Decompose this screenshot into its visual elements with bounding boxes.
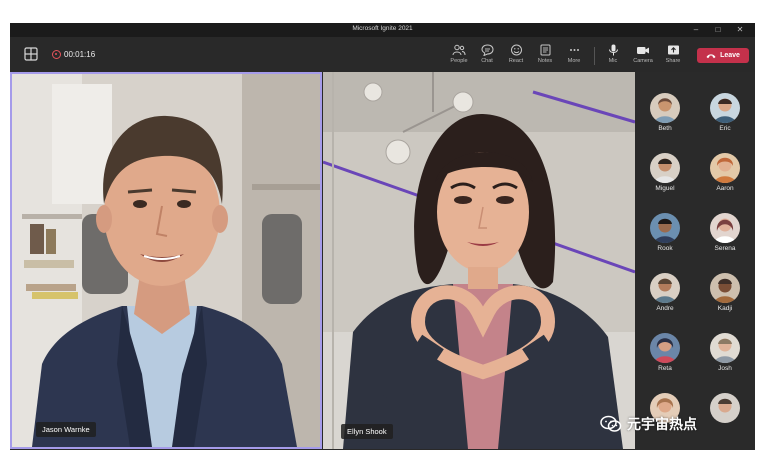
mic-button[interactable]: Mic	[598, 44, 628, 64]
avatar	[710, 273, 740, 303]
share-button[interactable]: Share	[658, 44, 688, 64]
participant-reta[interactable]: Reta	[640, 333, 690, 372]
avatar	[710, 153, 740, 183]
leave-button[interactable]: Leave	[697, 48, 749, 63]
react-button[interactable]: React	[501, 44, 531, 64]
recording-icon	[52, 50, 61, 59]
participant-josh[interactable]: Josh	[700, 333, 750, 372]
participant-video	[12, 74, 320, 447]
grid-icon	[24, 47, 38, 61]
participant-andre[interactable]: Andre	[640, 273, 690, 312]
participant-name-tag: Ellyn Shook	[341, 424, 393, 439]
minimize-button[interactable]: –	[685, 24, 707, 36]
participant-rook[interactable]: Rook	[640, 213, 690, 252]
video-tile-ellyn-shook[interactable]: Ellyn Shook	[323, 72, 635, 449]
participant-beth[interactable]: Beth	[640, 93, 690, 132]
gallery-view-button[interactable]	[24, 47, 38, 61]
phone-hangup-icon	[706, 53, 716, 58]
more-button[interactable]: More	[559, 44, 589, 64]
avatar	[650, 273, 680, 303]
participant-serena[interactable]: Serena	[700, 213, 750, 252]
camera-icon	[637, 47, 649, 54]
meeting-toolbar: 00:01:16 People Chat React Notes More Mi…	[10, 37, 755, 73]
chat-icon	[480, 44, 494, 56]
participant-kadji[interactable]: Kadji	[700, 273, 750, 312]
title-bar: Microsoft Ignite 2021 – □ ✕	[10, 23, 755, 37]
timer-text: 00:01:16	[64, 50, 96, 59]
toolbar-divider	[594, 47, 595, 65]
notes-button[interactable]: Notes	[530, 44, 560, 64]
watermark-text: 元宇宙热点	[627, 416, 697, 432]
participant-name-tag: Jason Warnke	[36, 422, 96, 437]
participant-avatar[interactable]	[700, 393, 750, 425]
video-tile-jason-warnke[interactable]: Jason Warnke	[10, 72, 322, 449]
avatar	[650, 93, 680, 123]
people-icon	[452, 44, 466, 56]
avatar	[710, 393, 740, 423]
avatar	[650, 153, 680, 183]
meeting-timer: 00:01:16	[52, 50, 95, 59]
avatar	[650, 333, 680, 363]
avatar	[710, 93, 740, 123]
window-controls: – □ ✕	[685, 24, 751, 36]
people-button[interactable]: People	[444, 44, 474, 64]
participants-panel: Beth Eric Miguel Aaron Rook Serena Andre	[635, 72, 755, 450]
wechat-icon	[600, 415, 622, 432]
camera-button[interactable]: Camera	[628, 44, 658, 64]
mic-icon	[608, 44, 618, 56]
window-title: Microsoft Ignite 2021	[352, 25, 413, 32]
maximize-button[interactable]: □	[707, 24, 729, 36]
wechat-watermark: 元宇宙热点	[600, 414, 697, 434]
avatar-video	[323, 72, 635, 449]
react-icon	[510, 44, 522, 56]
chat-button[interactable]: Chat	[472, 44, 502, 64]
share-icon	[667, 45, 679, 55]
avatar	[710, 333, 740, 363]
avatar	[710, 213, 740, 243]
teams-meeting-window: Microsoft Ignite 2021 – □ ✕ 00:01:16 Peo…	[10, 23, 755, 450]
more-icon	[569, 49, 579, 51]
notes-icon	[540, 44, 550, 56]
participant-eric[interactable]: Eric	[700, 93, 750, 132]
close-button[interactable]: ✕	[729, 24, 751, 36]
avatar	[650, 213, 680, 243]
participant-miguel[interactable]: Miguel	[640, 153, 690, 192]
participant-aaron[interactable]: Aaron	[700, 153, 750, 192]
